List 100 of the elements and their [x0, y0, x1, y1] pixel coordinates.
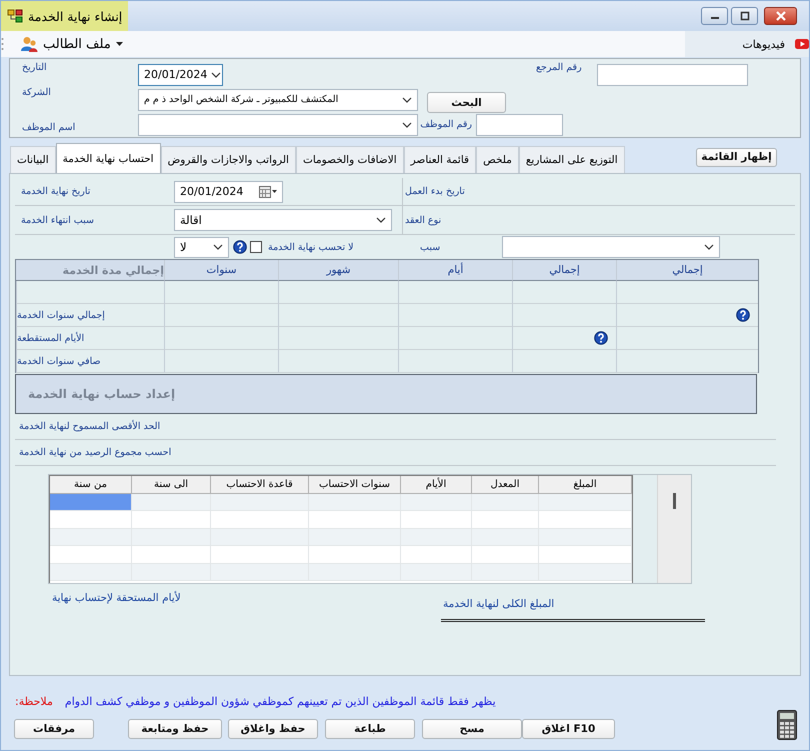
employee-number-field[interactable]: [476, 114, 563, 136]
action-button[interactable]: مرفقات: [14, 719, 94, 739]
grid-cell[interactable]: [211, 494, 309, 511]
grid-cell[interactable]: [132, 494, 211, 511]
note-label: ملاحظة:: [15, 695, 53, 708]
action-button[interactable]: مسح: [422, 719, 522, 739]
search-button[interactable]: البحث: [427, 92, 506, 113]
tab[interactable]: الرواتب والاجازات والقروض: [160, 146, 296, 173]
chevron-icon[interactable]: [376, 217, 386, 223]
grid-cell[interactable]: [211, 528, 309, 546]
help-icon[interactable]: [736, 308, 750, 322]
column-header: سنوات الاحتساب: [309, 476, 401, 494]
app-icon: [7, 8, 23, 24]
column-header: إجمالي: [616, 260, 758, 281]
column-header: أيام: [398, 260, 512, 281]
grid-cell[interactable]: [472, 494, 539, 511]
chevron-icon[interactable]: [213, 244, 223, 250]
column-header: إجمالي مدة الخدمة: [16, 260, 164, 281]
field-label: اسم الموظف: [22, 122, 76, 133]
minimize-button[interactable]: [701, 7, 728, 25]
grid-cell[interactable]: [50, 494, 132, 511]
chevron-icon[interactable]: [402, 96, 412, 102]
field-label: رقم الموظف: [420, 119, 472, 130]
grid-cell[interactable]: [132, 564, 211, 581]
grid-cell[interactable]: [472, 564, 539, 581]
video-icon: [795, 39, 809, 49]
window-title: إنشاء نهاية الخدمة: [28, 8, 122, 24]
videos-menu[interactable]: فيديوهات: [685, 31, 809, 57]
calculator-icon[interactable]: [777, 710, 797, 740]
tab[interactable]: احتساب نهاية الخدمة: [56, 143, 161, 173]
tab[interactable]: الاضافات والخصومات: [296, 146, 404, 173]
users-icon: [20, 36, 38, 52]
grid-cell[interactable]: [50, 564, 132, 581]
field-label: نوع العقد: [405, 214, 442, 226]
close-icon: [774, 11, 788, 21]
action-button[interactable]: حفظ واغلاق: [228, 719, 318, 739]
setting-label: احسب مجموع الرصيد من نهاية الخدمة: [19, 447, 172, 458]
grid-cell[interactable]: [539, 564, 632, 581]
section-header: إعداد حساب نهاية الخدمة: [15, 374, 757, 414]
end-date-field[interactable]: 20/01/2024: [174, 180, 283, 202]
no-calc-field[interactable]: لا: [174, 236, 229, 258]
total-amount-label: المبلغ الكلى لنهاية الخدمة: [443, 598, 554, 610]
setting-label: الحد الأقصى المسموح لنهاية الخدمة: [19, 421, 160, 432]
field-label: تاريخ بدء العمل: [405, 186, 465, 197]
close-button[interactable]: [764, 7, 797, 25]
row-label: إجمالي سنوات الخدمة: [16, 304, 164, 327]
column-header: المعدل: [472, 476, 539, 494]
help-icon[interactable]: [233, 240, 247, 254]
grid-cell[interactable]: [309, 528, 401, 546]
column-header: سنوات: [164, 260, 278, 281]
tab[interactable]: ملخص: [476, 146, 519, 173]
help-icon[interactable]: [594, 331, 608, 345]
grid-cell[interactable]: [401, 564, 472, 581]
employee-name-field[interactable]: [138, 114, 418, 136]
scrollbar-thumb-icon[interactable]: [673, 493, 676, 509]
field-label: الشركة: [22, 87, 51, 98]
grid-cell[interactable]: [50, 528, 132, 546]
field-label: التاريخ: [22, 62, 47, 73]
row-label: الأيام المستقطعة: [16, 327, 164, 350]
end-reason-field[interactable]: اقالة: [174, 209, 392, 231]
tab[interactable]: البيانات: [10, 146, 56, 173]
grid-cell[interactable]: [309, 564, 401, 581]
grip-icon: [1, 37, 4, 51]
maximize-button[interactable]: [731, 7, 758, 25]
grid-cell[interactable]: [132, 528, 211, 546]
checkbox[interactable]: [250, 241, 262, 253]
date-field[interactable]: 20/01/2024: [138, 64, 223, 86]
column-header: إجمالي: [512, 260, 616, 281]
column-header: قاعدة الاحتساب: [211, 476, 309, 494]
show-list-button[interactable]: إظهار القائمة: [696, 148, 777, 166]
grid-cell[interactable]: [401, 494, 472, 511]
chevron-icon[interactable]: [704, 244, 714, 250]
column-header: الأيام: [401, 476, 472, 494]
field-label: لا تحسب نهاية الخدمة: [268, 242, 354, 252]
grid-cell[interactable]: [472, 528, 539, 546]
company-field[interactable]: المكتشف للكمبيوتر ـ شركة الشخص الواحد ذ م م: [138, 88, 418, 110]
column-header: شهور: [278, 260, 398, 281]
action-button[interactable]: طباعة: [325, 719, 415, 739]
grid-cell[interactable]: [539, 528, 632, 546]
reference-field[interactable]: [597, 64, 748, 86]
caret-icon: [116, 42, 123, 46]
field-label: تاريخ نهاية الخدمة: [21, 186, 90, 197]
row-label: صافي سنوات الخدمة: [16, 350, 164, 373]
cause-field[interactable]: [502, 236, 720, 258]
grid-cell[interactable]: [539, 494, 632, 511]
chevron-icon[interactable]: [402, 122, 412, 128]
tab[interactable]: قائمة العناصر: [404, 146, 476, 173]
field-label: سبب: [420, 242, 440, 252]
chevron-icon[interactable]: [211, 72, 222, 78]
action-button[interactable]: F10 اغلاق: [522, 719, 615, 739]
field-label: سبب انتهاء الخدمة: [21, 214, 94, 226]
calendar-icon[interactable]: [259, 186, 277, 198]
grid-cell[interactable]: [211, 564, 309, 581]
column-header: الى سنة: [132, 476, 211, 494]
grid-cell[interactable]: [309, 494, 401, 511]
student-file-menu[interactable]: ملف الطالب: [20, 36, 123, 52]
tab[interactable]: التوزيع على المشاريع: [518, 146, 625, 173]
column-header: المبلغ: [539, 476, 632, 494]
grid-cell[interactable]: [401, 528, 472, 546]
action-button[interactable]: حفظ ومتابعة: [128, 719, 222, 739]
